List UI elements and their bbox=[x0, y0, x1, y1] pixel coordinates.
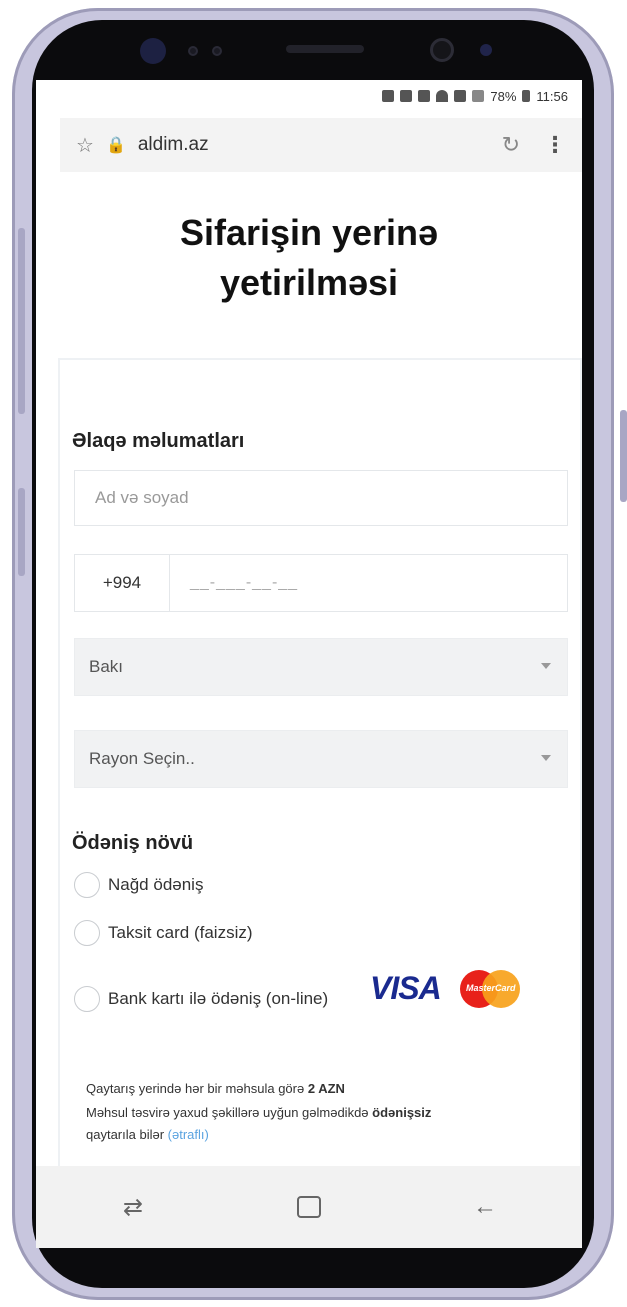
free-return-prefix: Məhsul təsvirə yaxud şəkillərə uyğun gəl… bbox=[86, 1105, 373, 1120]
city-select-value: Bakı bbox=[89, 657, 124, 676]
payment-section-title: Ödəniş növü bbox=[72, 832, 194, 854]
payment-option-label: Taksit card (faizsiz) bbox=[108, 923, 253, 942]
signal-icon bbox=[472, 90, 485, 102]
status-bar: 78% 11:56 bbox=[36, 80, 582, 112]
page-title-line1: Sifarişin yerinə bbox=[179, 212, 439, 253]
district-select-value: Rayon Seçin.. bbox=[89, 749, 195, 768]
bixby-button bbox=[18, 488, 25, 576]
payment-option-installment[interactable]: Taksit card (faizsiz) bbox=[74, 920, 253, 946]
lock-icon[interactable]: 🔒 bbox=[106, 135, 126, 155]
page-title: Sifarişin yerinə yetirilməsi bbox=[36, 208, 582, 308]
free-return-bold: ödənişsiz bbox=[372, 1105, 432, 1120]
chevron-down-icon bbox=[541, 663, 551, 669]
return-fee-price: 2 AZN bbox=[307, 1081, 345, 1096]
battery-icon bbox=[522, 90, 531, 102]
return-fee-prefix: Qaytarış yerində hər bir məhsula görə bbox=[86, 1081, 308, 1096]
chevron-down-icon bbox=[541, 755, 551, 761]
data-icon bbox=[454, 90, 467, 102]
phone-country-code: +994 bbox=[74, 554, 170, 612]
url-text[interactable]: aldim.az bbox=[138, 134, 502, 156]
home-icon[interactable] bbox=[297, 1196, 321, 1218]
back-icon[interactable]: ← bbox=[455, 1193, 515, 1221]
free-return-text: Məhsul təsvirə yaxud şəkillərə uyğun gəl… bbox=[86, 1102, 556, 1146]
payment-option-cash[interactable]: Nağd ödəniş bbox=[74, 872, 203, 898]
android-nav-bar: ⇄ ← bbox=[36, 1166, 582, 1248]
star-icon[interactable]: ☆ bbox=[76, 133, 94, 158]
power-button bbox=[620, 410, 627, 502]
radio-button[interactable] bbox=[74, 920, 100, 946]
reload-icon[interactable]: ↻ bbox=[502, 132, 520, 158]
payment-option-label: Bank kartı ilə ödəniş (on-line) bbox=[108, 989, 329, 1008]
phone-input-group: +994 __-___-__-__ bbox=[74, 554, 568, 612]
battery-percent: 78% bbox=[490, 88, 517, 104]
radio-button[interactable] bbox=[74, 986, 100, 1012]
page-title-line2: yetirilməsi bbox=[219, 262, 399, 303]
return-fee-text: Qaytarış yerində hər bir məhsula görə 2 … bbox=[86, 1078, 556, 1100]
mastercard-logo: MasterCard bbox=[460, 970, 520, 1008]
mastercard-text: MasterCard bbox=[466, 983, 516, 993]
details-link[interactable]: (ətraflı) bbox=[168, 1127, 209, 1142]
earpiece-speaker bbox=[286, 45, 364, 53]
light-sensor-icon bbox=[212, 46, 222, 56]
gallery-icon bbox=[400, 90, 413, 102]
name-input[interactable]: Ad və soyad bbox=[74, 470, 568, 526]
front-camera-icon bbox=[430, 38, 454, 62]
wifi-icon bbox=[436, 90, 449, 102]
free-return-suffix: qaytarıla bilər bbox=[86, 1127, 168, 1142]
phone-number-input[interactable]: __-___-__-__ bbox=[170, 554, 568, 612]
iris-scanner-icon bbox=[140, 38, 166, 64]
iris-camera-icon bbox=[480, 44, 492, 56]
notification-icon bbox=[382, 90, 395, 102]
status-time: 11:56 bbox=[536, 88, 568, 104]
more-menu-icon[interactable]: ⋮ bbox=[544, 132, 566, 158]
app-icon bbox=[418, 90, 431, 102]
proximity-sensor-icon bbox=[188, 46, 198, 56]
visa-logo: VISA bbox=[370, 970, 442, 1006]
volume-button bbox=[18, 228, 25, 414]
contact-section-title: Əlaqə məlumatları bbox=[72, 430, 245, 452]
city-select[interactable]: Bakı bbox=[74, 638, 568, 696]
payment-option-label: Nağd ödəniş bbox=[108, 875, 204, 894]
browser-url-bar[interactable]: ☆ 🔒 aldim.az ↻ ⋮ bbox=[60, 118, 582, 172]
payment-option-card[interactable]: Bank kartı ilə ödəniş (on-line) bbox=[74, 986, 328, 1012]
phone-screen: 78% 11:56 ☆ 🔒 aldim.az ↻ ⋮ Sifarişin yer… bbox=[36, 80, 582, 1248]
recent-apps-icon[interactable]: ⇄ bbox=[103, 1193, 163, 1222]
district-select[interactable]: Rayon Seçin.. bbox=[74, 730, 568, 788]
radio-button[interactable] bbox=[74, 872, 100, 898]
